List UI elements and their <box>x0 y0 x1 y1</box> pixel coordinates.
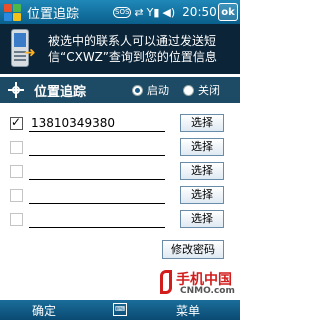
signal-strength-icon[interactable]: Y▮ <box>147 6 160 19</box>
radio-disable[interactable] <box>183 84 194 96</box>
ok-button[interactable]: ok <box>218 3 238 21</box>
radio-enable-label[interactable]: 启动 <box>147 82 169 98</box>
select-contact-button[interactable]: 选择 <box>180 162 224 180</box>
softkey-bar: 确定 ⌨ 菜单 <box>0 300 240 320</box>
softkey-confirm[interactable]: 确定 <box>32 302 56 319</box>
contact-number-field[interactable]: 13810349380 <box>29 114 165 132</box>
contact-number-field[interactable] <box>29 162 165 180</box>
contact-checkbox[interactable] <box>10 213 23 226</box>
contact-checkbox[interactable] <box>10 115 23 130</box>
watermark-en: CNMO.com <box>180 286 235 296</box>
select-contact-button[interactable]: 选择 <box>180 210 224 228</box>
softkey-menu[interactable]: 菜单 <box>176 302 200 319</box>
clock[interactable]: 20:50 <box>182 5 217 19</box>
data-connection-icon: ⇄ <box>134 5 144 19</box>
title-bar: 位置追踪 SOS ⇄ Y▮ ◀) 20:50 ok <box>0 0 240 24</box>
start-menu-icon[interactable] <box>3 2 23 22</box>
select-contact-button[interactable]: 选择 <box>180 114 224 132</box>
contact-row: 13810349380 选择 <box>0 112 240 136</box>
volume-icon[interactable]: ◀) <box>162 6 175 19</box>
contact-checkbox[interactable] <box>10 141 23 154</box>
radio-disable-label[interactable]: 关闭 <box>198 82 220 98</box>
select-contact-button[interactable]: 选择 <box>180 186 224 204</box>
contact-checkbox[interactable] <box>10 165 23 178</box>
contact-number-field[interactable] <box>29 138 165 156</box>
info-text: 被选中的联系人可以通过发送短信“CXWZ”查询到您的位置信息 <box>48 34 217 64</box>
app-title: 位置追踪 <box>27 6 80 22</box>
status-icons: SOS ⇄ Y▮ ◀) 20:50 <box>113 5 217 19</box>
phone-icon: ➜ <box>8 29 36 69</box>
select-contact-button[interactable]: 选择 <box>180 138 224 156</box>
cnmo-watermark: 手机中国 CNMO.com <box>160 268 238 298</box>
crosshair-icon <box>8 82 24 98</box>
tracking-section-header: 位置追踪 启动 关闭 <box>0 77 240 103</box>
contact-row: 选择 <box>0 208 240 232</box>
contact-number-field[interactable] <box>29 186 165 204</box>
contact-checkbox[interactable] <box>10 189 23 202</box>
info-banner: ➜ 被选中的联系人可以通过发送短信“CXWZ”查询到您的位置信息 <box>0 24 240 74</box>
contact-row: 选择 <box>0 160 240 184</box>
contact-number-field[interactable] <box>29 210 165 228</box>
sos-icon: SOS <box>113 6 132 18</box>
contact-list: 13810349380 选择 选择 选择 选择 选择 <box>0 112 240 232</box>
change-password-button[interactable]: 修改密码 <box>162 240 224 259</box>
radio-enable[interactable] <box>132 84 143 96</box>
cnmo-logo-icon <box>160 270 172 294</box>
tracking-toggle: 启动 关闭 <box>132 82 230 98</box>
input-panel-icon[interactable]: ⌨ <box>113 303 127 316</box>
section-title: 位置追踪 <box>34 84 87 100</box>
contact-row: 选择 <box>0 184 240 208</box>
contact-row: 选择 <box>0 136 240 160</box>
